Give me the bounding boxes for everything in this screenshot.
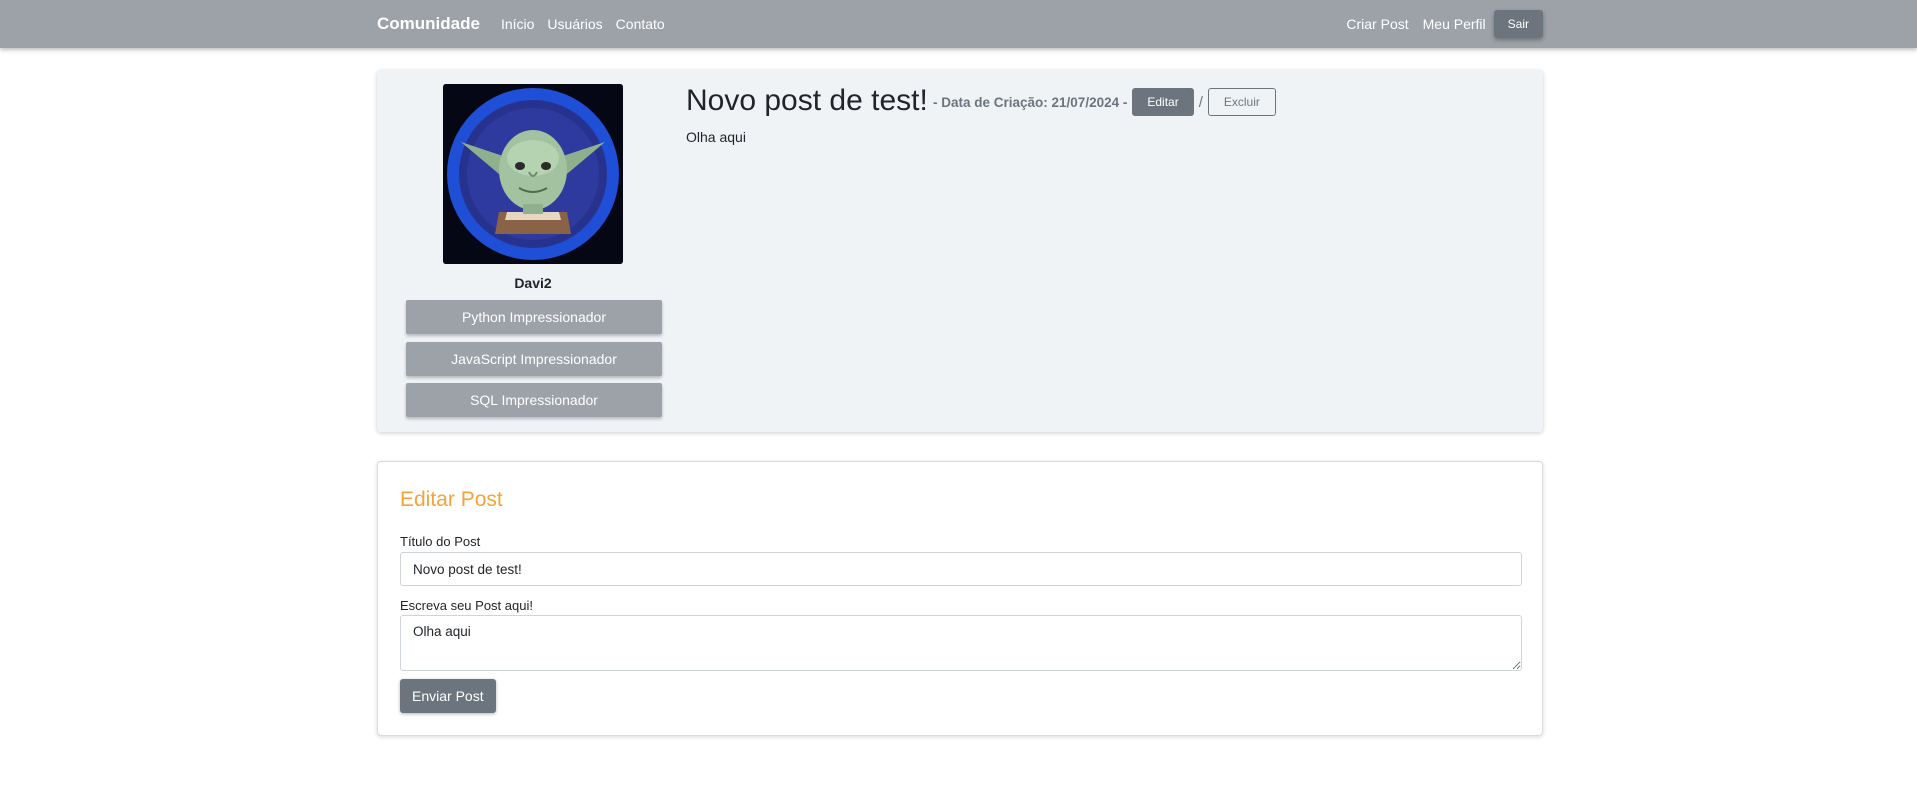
submit-post-button[interactable]: Enviar Post (400, 679, 496, 713)
edit-post-form: Editar Post Título do Post Escreva seu P… (377, 461, 1543, 736)
nav-link-contato[interactable]: Contato (616, 16, 665, 32)
title-input[interactable] (400, 552, 1522, 586)
nav-link-usuarios[interactable]: Usuários (547, 16, 602, 32)
badge-javascript[interactable]: JavaScript Impressionador (406, 342, 662, 376)
nav-link-criar-post[interactable]: Criar Post (1346, 16, 1408, 32)
nav-link-meu-perfil[interactable]: Meu Perfil (1423, 16, 1486, 32)
navbar: Comunidade Início Usuários Contato Criar… (0, 0, 1917, 48)
badge-sql[interactable]: SQL Impressionador (406, 383, 662, 417)
delete-post-button[interactable]: Excluir (1207, 88, 1276, 116)
nav-link-inicio[interactable]: Início (501, 16, 534, 32)
navbar-right: Criar Post Meu Perfil Sair (1332, 10, 1543, 38)
username: Davi2 (514, 275, 552, 291)
body-textarea[interactable]: Olha aqui (400, 615, 1522, 671)
post-body: Olha aqui (686, 129, 746, 145)
post-title: Novo post de test! (686, 84, 928, 117)
body-label: Escreva seu Post aqui! (400, 598, 533, 613)
title-label: Título do Post (400, 534, 481, 549)
badge-python[interactable]: Python Impressionador (406, 300, 662, 334)
logout-button[interactable]: Sair (1493, 10, 1543, 38)
post-card: Davi2 Python Impressionador JavaScript I… (377, 70, 1543, 432)
brand-link[interactable]: Comunidade (377, 14, 480, 34)
avatar (443, 84, 623, 264)
navbar-container: Comunidade Início Usuários Contato Criar… (377, 0, 1543, 48)
separator: / (1198, 93, 1203, 111)
form-legend: Editar Post (400, 488, 503, 511)
post-meta: - Data de Criação: 21/07/2024 - Editar /… (933, 88, 1276, 116)
yoda-avatar-icon (443, 84, 623, 264)
edit-post-button[interactable]: Editar (1132, 88, 1194, 116)
post-date: - Data de Criação: 21/07/2024 - (933, 94, 1128, 110)
